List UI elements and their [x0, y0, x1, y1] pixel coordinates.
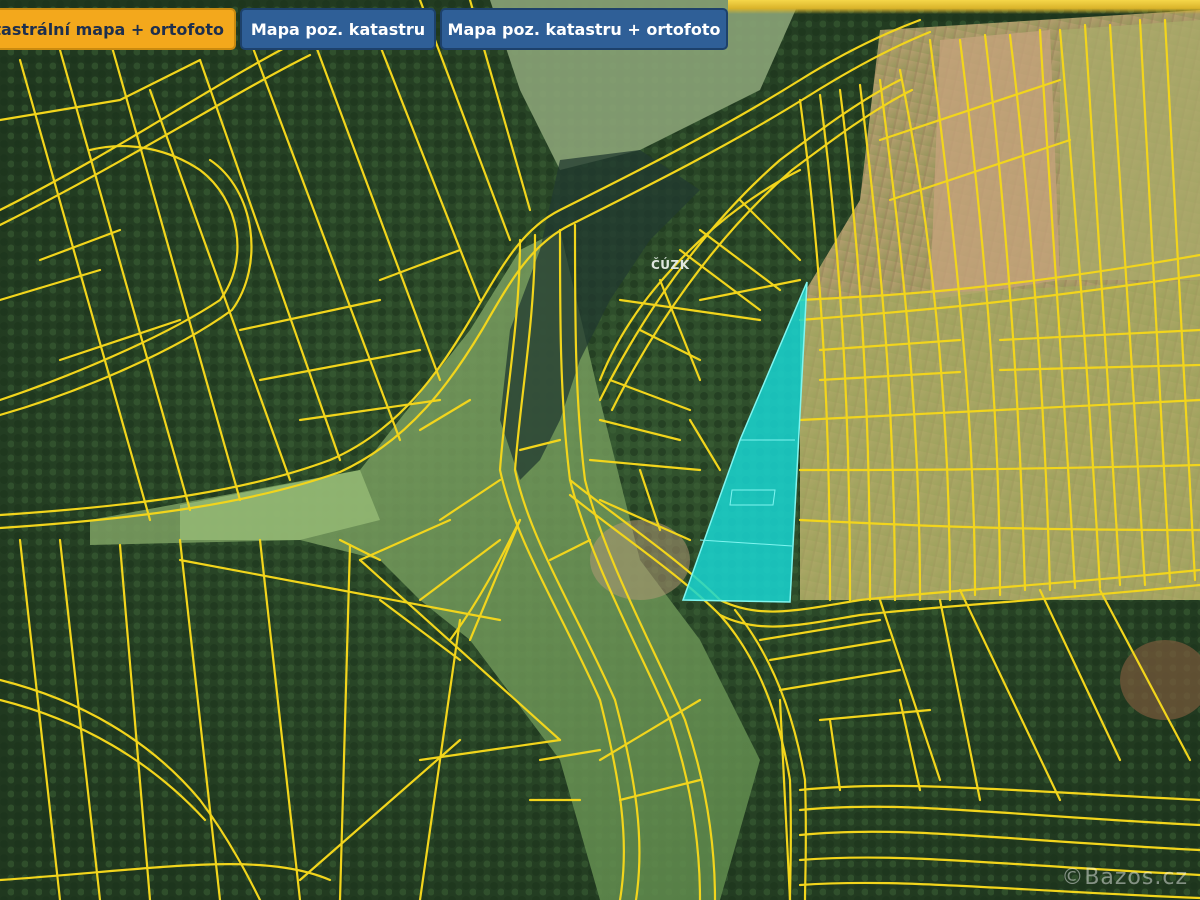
tab-label: Mapa poz. katastru + ortofoto — [447, 19, 721, 39]
cadastral-orthophoto-map[interactable] — [0, 0, 1200, 900]
tab-label: Katastrální mapa + ortofoto — [0, 19, 224, 39]
watermark: ©Bazos.cz — [1061, 865, 1188, 890]
tab-cadastral-orthophoto[interactable]: Katastrální mapa + ortofoto — [0, 8, 236, 50]
map-layer-tabs: Katastrální mapa + ortofoto Mapa poz. ka… — [0, 0, 1200, 56]
tab-label: Mapa poz. katastru — [250, 19, 426, 39]
map-attribution: ČÚZK — [651, 258, 690, 272]
tab-cadastral-map-orthophoto[interactable]: Mapa poz. katastru + ortofoto — [440, 8, 728, 50]
tab-cadastral-map[interactable]: Mapa poz. katastru — [240, 8, 436, 50]
